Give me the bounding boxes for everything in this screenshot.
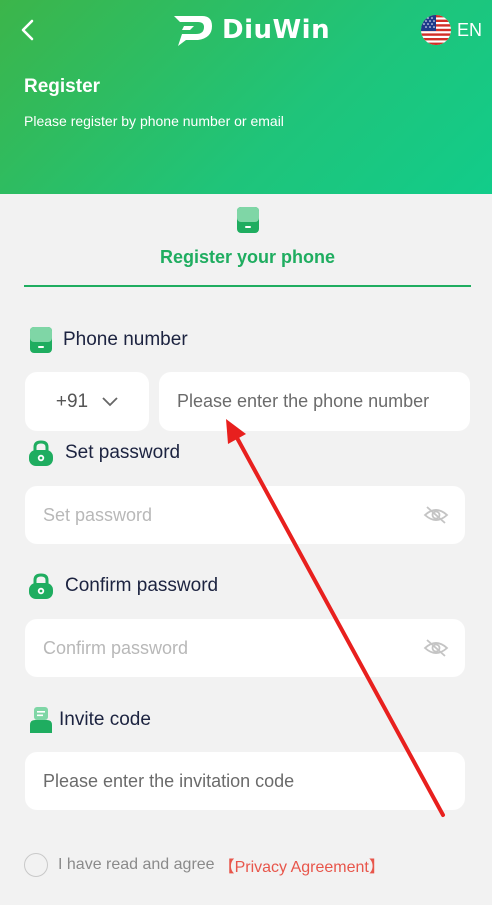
- page-subtitle: Please register by phone number or email: [24, 113, 284, 129]
- confirm-password-label: Confirm password: [27, 572, 218, 600]
- eye-slash-icon[interactable]: [423, 505, 449, 525]
- set-password-label-text: Set password: [65, 442, 181, 463]
- set-password-label: Set password: [27, 439, 180, 467]
- confirm-password-input[interactable]: [25, 619, 465, 677]
- back-button[interactable]: [14, 16, 40, 44]
- confirm-password-field[interactable]: [25, 619, 465, 677]
- brand-name: DiuWin: [222, 15, 331, 45]
- header: DiuWin EN Register Please register by ph…: [0, 0, 492, 194]
- invite-code-input[interactable]: [25, 752, 465, 810]
- phone-number-input[interactable]: [159, 372, 470, 431]
- phone-icon: [30, 327, 52, 353]
- invite-code-label-text: Invite code: [59, 709, 151, 730]
- language-label: EN: [456, 19, 482, 40]
- phone-number-label-text: Phone number: [63, 329, 188, 350]
- lock-icon: [29, 573, 53, 599]
- phone-number-field[interactable]: [159, 372, 470, 431]
- phone-icon: [237, 207, 259, 233]
- brand-logo: DiuWin: [172, 10, 330, 50]
- country-code-select[interactable]: +91: [25, 372, 149, 431]
- page-title: Register: [24, 76, 101, 97]
- tab-label: Register your phone: [159, 247, 336, 267]
- invite-code-label: Invite code: [29, 706, 151, 734]
- agree-radio[interactable]: [24, 853, 48, 877]
- agreement-text: I have read and agree: [58, 856, 215, 873]
- eye-slash-icon[interactable]: [423, 638, 449, 658]
- set-password-input[interactable]: [25, 486, 465, 544]
- agreement-row: I have read and agree 【Privacy Agreement…: [24, 853, 385, 877]
- lock-icon: [29, 440, 53, 466]
- confirm-password-label-text: Confirm password: [65, 575, 219, 596]
- us-flag-icon: [420, 15, 451, 45]
- phone-number-label: Phone number: [29, 326, 188, 354]
- chevron-down-icon: [102, 396, 118, 406]
- brand-logo-icon: [174, 16, 212, 46]
- invite-code-field[interactable]: [25, 752, 465, 810]
- language-selector[interactable]: EN: [420, 14, 482, 46]
- back-arrow-icon: [21, 19, 34, 41]
- invite-code-icon: [30, 707, 52, 733]
- tab-register-phone[interactable]: Register your phone: [24, 194, 471, 287]
- country-code-value: +91: [55, 390, 89, 412]
- privacy-agreement-link[interactable]: 【Privacy Agreement】: [219, 853, 385, 877]
- set-password-field[interactable]: [25, 486, 465, 544]
